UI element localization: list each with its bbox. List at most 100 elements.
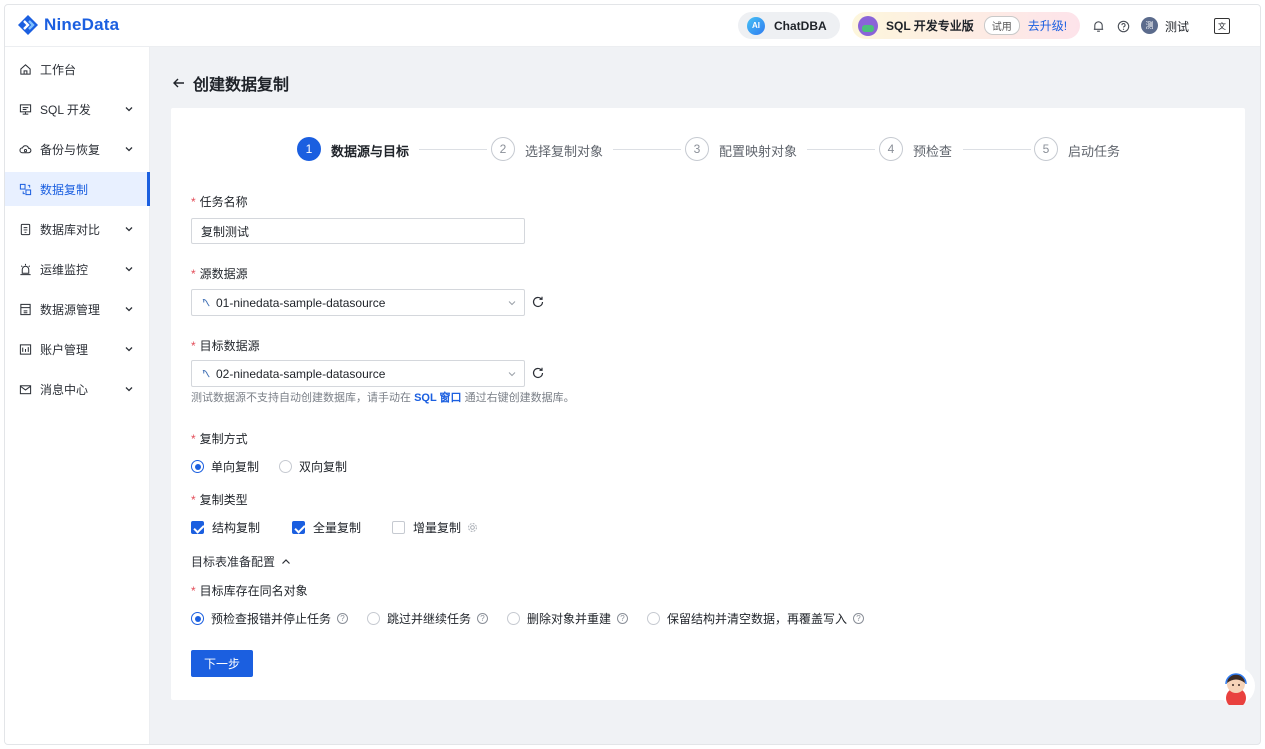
chevron-down-icon bbox=[125, 307, 133, 312]
user-name[interactable]: 测试 bbox=[1165, 18, 1189, 35]
chevron-down-icon bbox=[125, 267, 133, 272]
assistant-avatar-icon[interactable] bbox=[1217, 667, 1255, 708]
conflict-truncate-overwrite-radio[interactable]: 保留结构并清空数据，再覆盖写入? bbox=[647, 610, 865, 627]
radio-unselected bbox=[367, 612, 380, 625]
help-circle-icon[interactable] bbox=[1115, 18, 1131, 34]
language-switch-icon[interactable]: 文 bbox=[1214, 18, 1230, 34]
user-avatar[interactable]: 测 bbox=[1141, 17, 1158, 34]
help-icon[interactable]: ? bbox=[853, 613, 865, 624]
type-full-checkbox[interactable]: 全量复制 bbox=[292, 519, 361, 536]
back-arrow-icon[interactable] bbox=[171, 75, 187, 91]
sidebar-item-label: 数据源管理 bbox=[40, 302, 101, 317]
monitor-icon bbox=[18, 102, 32, 116]
sidebar-item-sql-dev[interactable]: SQL 开发 bbox=[5, 92, 150, 126]
step-connector bbox=[613, 149, 681, 150]
conflict-precheck-stop-radio[interactable]: 预检查报错并停止任务? bbox=[191, 610, 349, 627]
sidebar-item-message-center[interactable]: 消息中心 bbox=[5, 372, 150, 406]
type-structure-checkbox[interactable]: 结构复制 bbox=[191, 519, 260, 536]
sidebar-item-label: 运维监控 bbox=[40, 262, 89, 277]
radio-selected bbox=[191, 460, 204, 473]
source-datasource-select[interactable]: 01-ninedata-sample-datasource bbox=[191, 289, 525, 316]
mail-icon bbox=[18, 382, 32, 396]
edition-car-icon bbox=[858, 15, 878, 36]
step-connector bbox=[963, 149, 1031, 150]
page-title-row: 创建数据复制 bbox=[171, 71, 289, 95]
checkbox-unchecked bbox=[392, 521, 405, 534]
sidebar-item-label: 账户管理 bbox=[40, 342, 89, 357]
chatdba-button[interactable]: AI ChatDBA bbox=[738, 12, 840, 39]
form-card: 1 数据源与目标 2 选择复制对象 3 配置映射对象 4 预检查 5 启动任务 … bbox=[171, 108, 1245, 700]
sidebar-item-ops-monitor[interactable]: 运维监控 bbox=[5, 252, 150, 286]
cloud-icon bbox=[18, 142, 32, 156]
sidebar-item-db-compare[interactable]: 数据库对比 bbox=[5, 212, 150, 246]
source-datasource-label: * 源数据源 bbox=[191, 267, 248, 281]
edition-promo[interactable]: SQL 开发专业版 试用 去升级! bbox=[852, 12, 1081, 39]
sidebar-item-label: 工作台 bbox=[40, 62, 77, 77]
compare-icon bbox=[18, 222, 32, 236]
logo[interactable]: NineData bbox=[17, 14, 119, 36]
type-incremental-checkbox[interactable]: 增量复制 bbox=[392, 519, 478, 536]
copy-icon bbox=[18, 182, 32, 196]
mode-one-way-radio[interactable]: 单向复制 bbox=[191, 458, 259, 475]
sidebar-item-workbench[interactable]: 工作台 bbox=[5, 52, 150, 86]
sidebar-item-label: 数据复制 bbox=[40, 182, 89, 197]
alarm-icon bbox=[18, 262, 32, 276]
sidebar-item-account-mgmt[interactable]: 账户管理 bbox=[5, 332, 150, 366]
sidebar-item-label: 消息中心 bbox=[40, 382, 89, 397]
sidebar-item-label: SQL 开发 bbox=[40, 102, 91, 117]
next-step-button[interactable]: 下一步 bbox=[191, 650, 253, 677]
mysql-dolphin-icon bbox=[202, 299, 210, 307]
edition-label: SQL 开发专业版 bbox=[886, 19, 974, 33]
step-1-number: 1 bbox=[297, 137, 321, 161]
sidebar-item-label: 数据库对比 bbox=[40, 222, 101, 237]
conflict-skip-continue-radio[interactable]: 跳过并继续任务? bbox=[367, 610, 489, 627]
top-header: NineData AI ChatDBA SQL 开发专业版 试用 去升级! 测 … bbox=[5, 5, 1260, 47]
chevron-down-icon bbox=[125, 107, 133, 112]
source-datasource-value: 01-ninedata-sample-datasource bbox=[216, 295, 386, 310]
upgrade-link[interactable]: 去升级! bbox=[1028, 17, 1067, 34]
help-icon[interactable]: ? bbox=[477, 613, 489, 624]
sidebar-item-backup[interactable]: 备份与恢复 bbox=[5, 132, 150, 166]
target-datasource-value: 02-ninedata-sample-datasource bbox=[216, 366, 386, 381]
logo-text: NineData bbox=[44, 15, 120, 34]
chevron-down-icon bbox=[125, 147, 133, 152]
help-icon[interactable]: ? bbox=[617, 613, 629, 624]
step-5-number: 5 bbox=[1034, 137, 1058, 161]
datasource-icon bbox=[18, 302, 32, 316]
refresh-icon[interactable] bbox=[531, 366, 545, 380]
chevron-down-icon bbox=[508, 372, 516, 377]
account-icon bbox=[18, 342, 32, 356]
target-datasource-label: * 目标数据源 bbox=[191, 339, 260, 353]
same-name-object-label: * 目标库存在同名对象 bbox=[191, 584, 308, 598]
chevron-down-icon bbox=[125, 387, 133, 392]
chatdba-label: ChatDBA bbox=[774, 18, 827, 33]
task-name-label: * 任务名称 bbox=[191, 195, 248, 209]
radio-unselected bbox=[647, 612, 660, 625]
sidebar: 工作台 SQL 开发 备份与恢复 数据复制 数据库对比 运维监控 数据源管理 账… bbox=[5, 47, 150, 744]
sidebar-item-data-replication[interactable]: 数据复制 bbox=[5, 172, 150, 206]
step-5-label: 启动任务 bbox=[1068, 144, 1121, 159]
refresh-icon[interactable] bbox=[531, 295, 545, 309]
step-4-number: 4 bbox=[879, 137, 903, 161]
step-3-number: 3 bbox=[685, 137, 709, 161]
target-hint-text: 测试数据源不支持自动创建数据库，请手动在 SQL 窗口 通过右键创建数据库。 bbox=[191, 392, 575, 404]
trial-tag: 试用 bbox=[983, 16, 1020, 35]
radio-unselected bbox=[279, 460, 292, 473]
replication-type-label: * 复制类型 bbox=[191, 493, 248, 507]
sidebar-item-datasource-mgmt[interactable]: 数据源管理 bbox=[5, 292, 150, 326]
checkbox-checked bbox=[191, 521, 204, 534]
bell-icon[interactable] bbox=[1090, 18, 1106, 34]
sql-window-link[interactable]: SQL 窗口 bbox=[414, 392, 461, 404]
radio-selected bbox=[191, 612, 204, 625]
task-name-input[interactable]: 复制测试 bbox=[191, 218, 525, 244]
page-title: 创建数据复制 bbox=[193, 77, 290, 94]
conflict-drop-recreate-radio[interactable]: 删除对象并重建? bbox=[507, 610, 629, 627]
target-prep-toggle[interactable]: 目标表准备配置 bbox=[191, 553, 292, 570]
chevron-down-icon bbox=[125, 347, 133, 352]
chevron-down-icon bbox=[508, 301, 516, 306]
mode-two-way-radio[interactable]: 双向复制 bbox=[279, 458, 347, 475]
help-icon[interactable]: ? bbox=[337, 613, 349, 624]
target-datasource-select[interactable]: 02-ninedata-sample-datasource bbox=[191, 360, 525, 387]
step-4-label: 预检查 bbox=[913, 144, 953, 159]
gear-icon[interactable] bbox=[467, 522, 478, 533]
